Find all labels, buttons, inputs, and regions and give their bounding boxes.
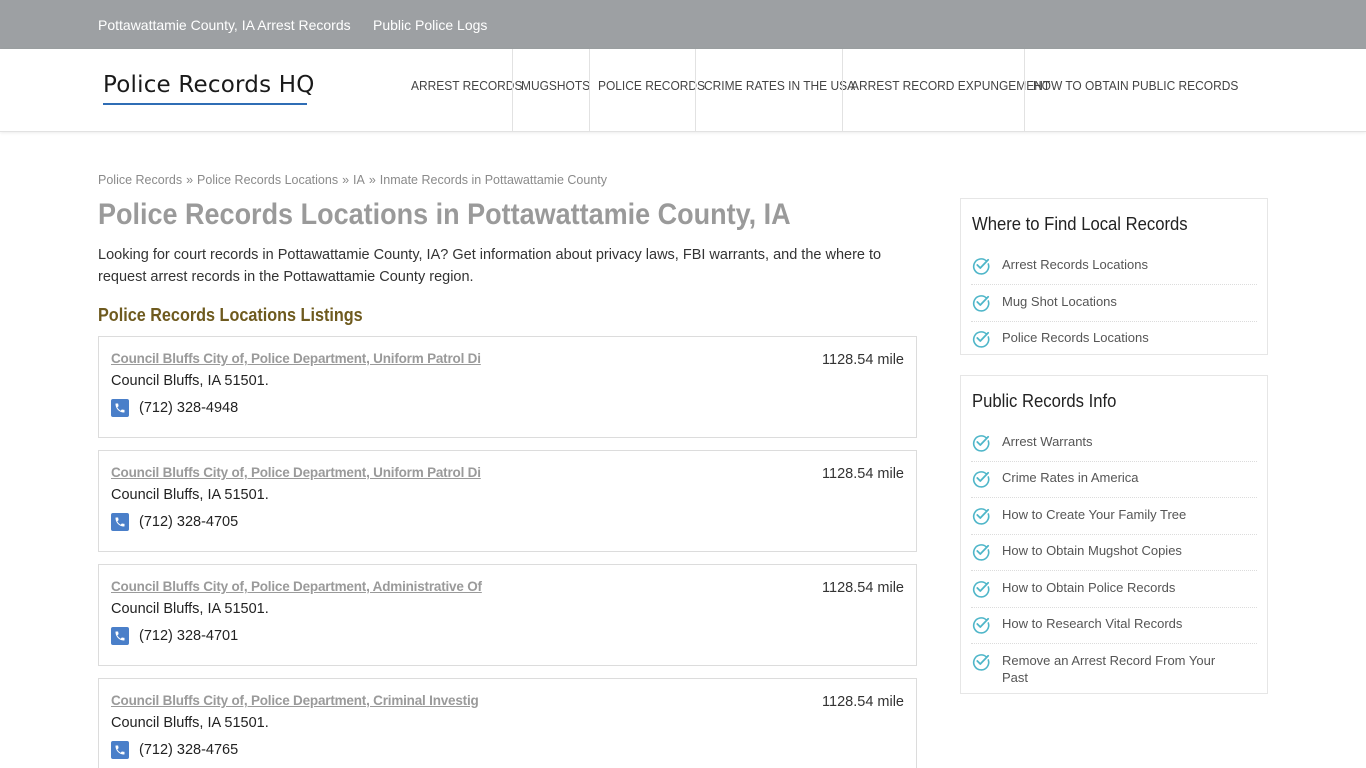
phone-icon (111, 627, 129, 645)
site-logo[interactable]: Police Records HQ (103, 70, 315, 106)
check-circle-icon (972, 654, 990, 671)
nav-divider (695, 49, 696, 132)
listing-address: Council Bluffs, IA 51501. (111, 373, 269, 389)
nav-obtain-public-records[interactable]: HOW TO OBTAIN PUBLIC RECORDS (1033, 49, 1238, 132)
nav-police-records[interactable]: POLICE RECORDS (598, 49, 705, 132)
listings-heading: Police Records Locations Listings (98, 305, 363, 325)
breadcrumb-separator: » (368, 173, 376, 187)
check-circle-icon (972, 295, 990, 312)
breadcrumb-police-records[interactable]: Police Records (98, 173, 182, 187)
nav-divider (589, 49, 590, 132)
listing-name-link[interactable]: Council Bluffs City of, Police Departmen… (111, 465, 481, 480)
listing-card: Council Bluffs City of, Police Departmen… (98, 336, 917, 438)
widget-local-records: Where to Find Local Records Arrest Recor… (960, 198, 1268, 355)
widget-link-label: How to Research Vital Records (1002, 616, 1183, 631)
nav-divider (842, 49, 843, 132)
listing-address: Council Bluffs, IA 51501. (111, 715, 269, 731)
topbar-link-arrest-records[interactable]: Pottawattamie County, IA Arrest Records (98, 17, 351, 33)
breadcrumb-locations[interactable]: Police Records Locations (197, 173, 338, 187)
widget-link-label: How to Obtain Mugshot Copies (1002, 543, 1182, 558)
widget-public-records-info: Public Records Info Arrest Warrants Crim… (960, 375, 1268, 694)
listing-distance: 1128.54 mile (822, 694, 904, 710)
listing-distance: 1128.54 mile (822, 352, 904, 368)
listing-distance: 1128.54 mile (822, 466, 904, 482)
listing-address: Council Bluffs, IA 51501. (111, 487, 269, 503)
widget-link-label: Crime Rates in America (1002, 470, 1139, 485)
widget-link[interactable]: Mug Shot Locations (971, 292, 1257, 322)
check-circle-icon (972, 471, 990, 488)
widget-link-label: Arrest Records Locations (1002, 257, 1148, 272)
widget-link-label: Remove an Arrest Record From Your Past (1002, 653, 1216, 685)
widget-link[interactable]: Crime Rates in America (971, 468, 1257, 498)
nav-divider (1024, 49, 1025, 132)
widget-link-label: Police Records Locations (1002, 330, 1149, 345)
widget-link-label: How to Create Your Family Tree (1002, 507, 1187, 522)
check-circle-icon (972, 435, 990, 452)
breadcrumb-current: Inmate Records in Pottawattamie County (379, 173, 607, 187)
phone-icon (111, 513, 129, 531)
nav-divider (512, 49, 513, 132)
widget-link[interactable]: How to Create Your Family Tree (971, 505, 1257, 535)
site-header: Police Records HQ ARREST RECORDS MUGSHOT… (0, 49, 1366, 132)
listing-address: Council Bluffs, IA 51501. (111, 601, 269, 617)
phone-icon (111, 399, 129, 417)
nav-mugshots[interactable]: MUGSHOTS (521, 49, 590, 132)
widget-link-label: Arrest Warrants (1002, 434, 1093, 449)
widget-link[interactable]: How to Research Vital Records (971, 614, 1257, 644)
nav-arrest-records[interactable]: ARREST RECORDS (411, 49, 522, 132)
breadcrumb-state[interactable]: IA (353, 173, 365, 187)
listing-card: Council Bluffs City of, Police Departmen… (98, 678, 917, 768)
widget-link-label: Mug Shot Locations (1002, 294, 1117, 309)
page-title: Police Records Locations in Pottawattami… (98, 198, 791, 231)
check-circle-icon (972, 617, 990, 634)
breadcrumb-separator: » (342, 173, 350, 187)
check-circle-icon (972, 508, 990, 525)
breadcrumb-separator: » (186, 173, 194, 187)
widget-link[interactable]: How to Obtain Mugshot Copies (971, 541, 1257, 571)
nav-expungement[interactable]: ARREST RECORD EXPUNGEMENT (851, 49, 1050, 132)
widget-link[interactable]: Police Records Locations (971, 328, 1257, 352)
logo-text: Police Records HQ (103, 72, 315, 98)
listing-name-link[interactable]: Council Bluffs City of, Police Departmen… (111, 579, 482, 594)
nav-crime-rates[interactable]: CRIME RATES IN THE USA (704, 49, 855, 132)
widget-link[interactable]: Arrest Warrants (971, 432, 1257, 462)
widget-link-label: How to Obtain Police Records (1002, 580, 1176, 595)
listing-name-link[interactable]: Council Bluffs City of, Police Departmen… (111, 351, 481, 366)
listing-phone[interactable]: (712) 328-4705 (139, 514, 238, 530)
top-bar: Pottawattamie County, IA Arrest Records … (0, 0, 1366, 49)
widget-link[interactable]: Remove an Arrest Record From Your Past (971, 651, 1257, 689)
logo-underline (103, 103, 307, 105)
listing-card: Council Bluffs City of, Police Departmen… (98, 450, 917, 552)
listing-card: Council Bluffs City of, Police Departmen… (98, 564, 917, 666)
listing-name-link[interactable]: Council Bluffs City of, Police Departmen… (111, 693, 479, 708)
widget-link[interactable]: Arrest Records Locations (971, 255, 1257, 285)
check-circle-icon (972, 581, 990, 598)
breadcrumb: Police Records» Police Records Locations»… (98, 173, 607, 187)
check-circle-icon (972, 331, 990, 348)
check-circle-icon (972, 544, 990, 561)
phone-icon (111, 741, 129, 759)
widget-title: Public Records Info (972, 390, 1117, 411)
listing-phone[interactable]: (712) 328-4948 (139, 400, 238, 416)
check-circle-icon (972, 258, 990, 275)
widget-link[interactable]: How to Obtain Police Records (971, 578, 1257, 608)
intro-text: Looking for court records in Pottawattam… (98, 247, 882, 285)
listing-phone[interactable]: (712) 328-4701 (139, 628, 238, 644)
listing-distance: 1128.54 mile (822, 580, 904, 596)
listing-phone[interactable]: (712) 328-4765 (139, 742, 238, 758)
widget-title: Where to Find Local Records (972, 213, 1188, 234)
topbar-link-police-logs[interactable]: Public Police Logs (373, 17, 487, 33)
